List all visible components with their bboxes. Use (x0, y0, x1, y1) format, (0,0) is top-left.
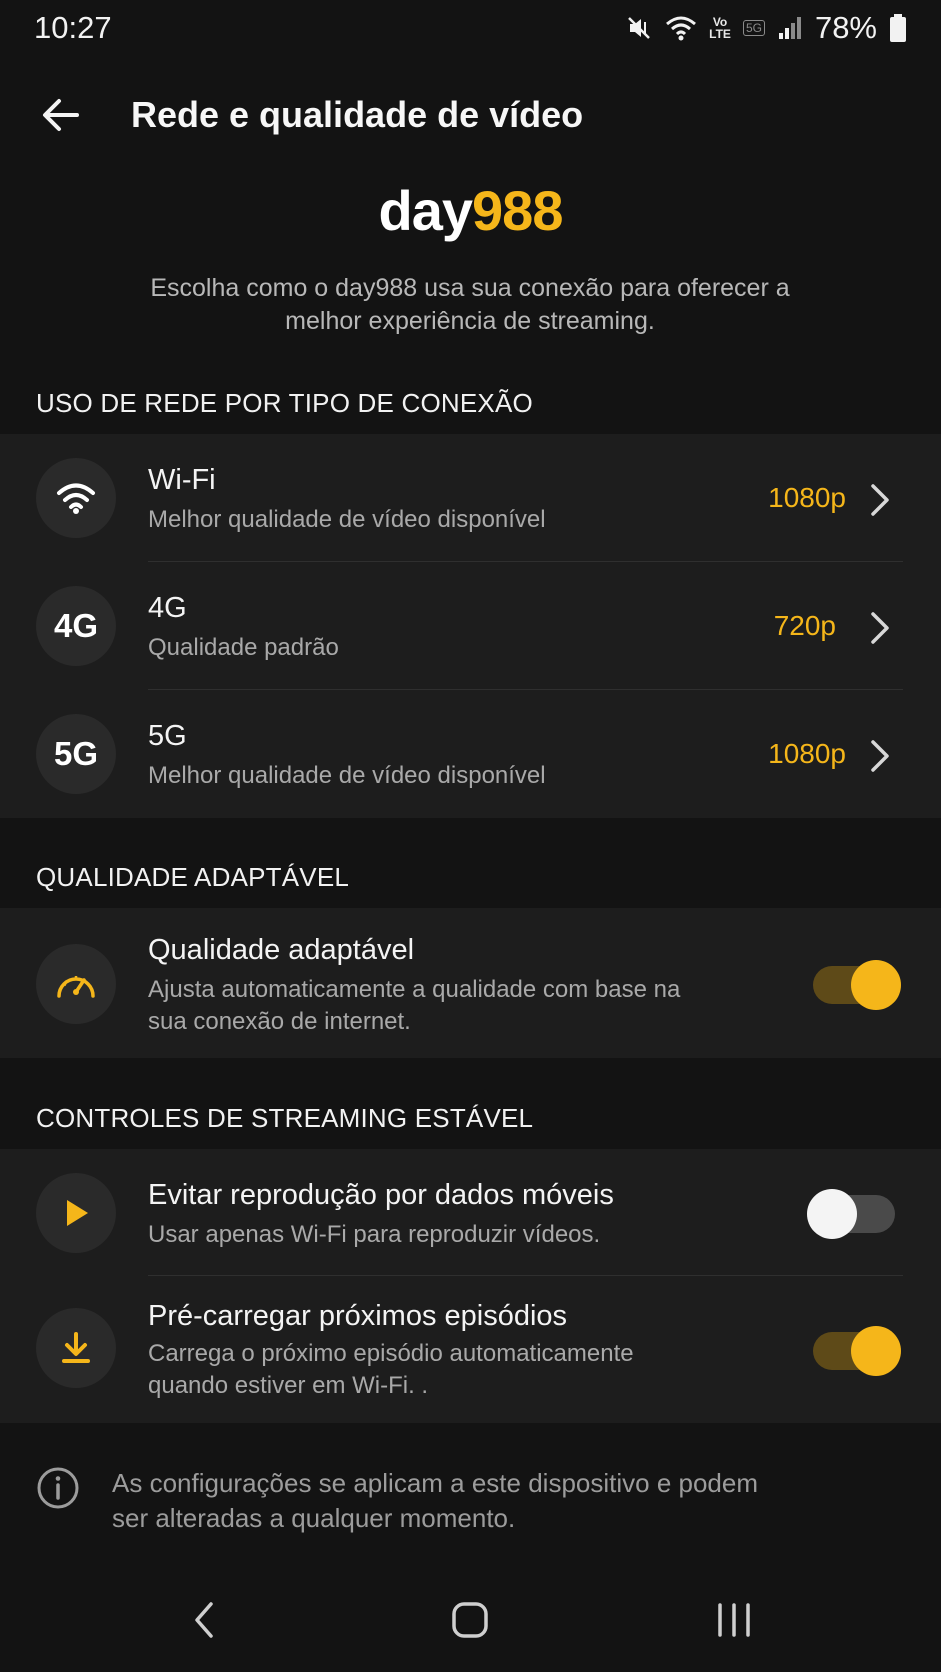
quality-value: 1080p (768, 482, 846, 513)
chevron-right-icon (871, 740, 889, 772)
page-title: Rede e qualidade de vídeo (131, 94, 584, 135)
row-title: Qualidade adaptável (148, 934, 415, 966)
quality-value: 1080p (768, 738, 846, 769)
row-title: 5G (148, 720, 187, 752)
status-icons: Vo LTE 5G 78% (625, 10, 907, 46)
nav-recents-icon (718, 1603, 750, 1637)
toggle-knob (851, 1326, 901, 1376)
toggle-knob (851, 960, 901, 1010)
play-icon (67, 1200, 88, 1226)
adaptive-quality-toggle[interactable] (813, 960, 901, 1010)
network-card: Wi-Fi Melhor qualidade de vídeo disponív… (0, 434, 941, 818)
intro-text: Escolha como o day988 usa sua conexão pa… (150, 274, 790, 335)
row-subtitle-line2: quando estiver em Wi-Fi. . (148, 1372, 429, 1399)
speedometer-icon-circle (36, 944, 116, 1024)
row-subtitle: Usar apenas Wi-Fi para reproduzir vídeos… (148, 1221, 601, 1248)
info-text: As configurações se aplicam a este dispo… (112, 1466, 872, 1536)
row-title: Wi-Fi (148, 464, 216, 496)
quality-value: 720p (773, 610, 836, 641)
nav-home-button[interactable] (440, 1590, 500, 1650)
section-header-network: USO DE REDE POR TIPO DE CONEXÃO (36, 388, 533, 418)
volte-indicator: Vo LTE (709, 16, 731, 40)
preload-episodes-toggle[interactable] (813, 1326, 901, 1376)
row-title: Evitar reprodução por dados móveis (148, 1179, 614, 1211)
wifi-status-icon (666, 16, 697, 41)
row-subtitle-line2: sua conexão de internet. (148, 1008, 411, 1035)
nav-back-icon (195, 1602, 213, 1638)
info-text-line2: ser alteradas a qualquer momento. (112, 1503, 516, 1533)
app-header: Rede e qualidade de vídeo (0, 80, 941, 150)
volte-bottom: LTE (709, 27, 731, 41)
avoid-mobile-data-toggle[interactable] (807, 1189, 899, 1239)
speedometer-icon (57, 976, 95, 998)
wifi-icon (57, 483, 95, 514)
row-subtitle-line1: Carrega o próximo episódio automaticamen… (148, 1340, 634, 1367)
signal-icon (778, 17, 801, 39)
adaptive-card: Qualidade adaptável Ajusta automaticamen… (0, 908, 941, 1058)
network-row-5g[interactable]: 5G 5G Melhor qualidade de vídeo disponív… (0, 690, 941, 818)
nav-recents-button[interactable] (704, 1590, 764, 1650)
row-title: Pré-carregar próximos episódios (148, 1300, 568, 1332)
info-text-line1: As configurações se aplicam a este dispo… (112, 1468, 759, 1498)
status-bar: 10:27 Vo LTE 5G 78% (0, 0, 941, 56)
nav-back-button[interactable] (174, 1590, 234, 1650)
5g-icon: 5G (36, 714, 116, 794)
section-header-streaming: CONTROLES DE STREAMING ESTÁVEL (36, 1103, 534, 1133)
4g-icon-label: 4G (53, 607, 99, 644)
chevron-right-icon (871, 484, 889, 516)
play-icon-circle (36, 1173, 116, 1253)
system-nav-bar (0, 1580, 941, 1660)
avoid-mobile-data-row[interactable]: Evitar reprodução por dados móveis Usar … (0, 1149, 941, 1276)
info-icon (37, 1467, 79, 1509)
row-subtitle: Melhor qualidade de vídeo disponível (148, 762, 546, 789)
nav-home-icon (452, 1602, 488, 1638)
wifi-icon-circle (36, 458, 116, 538)
row-subtitle-line1: Ajusta automaticamente a qualidade com b… (148, 976, 681, 1003)
download-icon-circle (36, 1308, 116, 1388)
arrow-left-icon (43, 99, 79, 131)
chevron-right-icon (871, 612, 889, 644)
preload-episodes-row[interactable]: Pré-carregar próximos episódios Carrega … (0, 1276, 941, 1423)
download-icon (62, 1332, 90, 1363)
brand-logo: day988 (0, 178, 941, 243)
5g-icon-label: 5G (53, 735, 99, 772)
4g-icon: 4G (36, 586, 116, 666)
row-title: 4G (148, 592, 187, 624)
network-row-4g[interactable]: 4G 4G Qualidade padrão 720p (0, 562, 941, 690)
brand-logo-part-b: 988 (472, 179, 563, 242)
5g-indicator: 5G (742, 20, 765, 36)
status-time: 10:27 (34, 10, 112, 45)
brand-logo-part-a: day (378, 179, 473, 242)
back-button[interactable] (34, 88, 88, 142)
row-subtitle: Melhor qualidade de vídeo disponível (148, 506, 546, 533)
streaming-card: Evitar reprodução por dados móveis Usar … (0, 1149, 941, 1423)
section-header-adaptive: QUALIDADE ADAPTÁVEL (36, 862, 350, 892)
mute-icon (628, 17, 651, 39)
network-row-wifi[interactable]: Wi-Fi Melhor qualidade de vídeo disponív… (0, 434, 941, 562)
battery-icon (890, 14, 906, 42)
toggle-knob (807, 1189, 857, 1239)
row-subtitle: Qualidade padrão (148, 634, 339, 661)
battery-percent: 78% (814, 10, 877, 45)
adaptive-quality-row[interactable]: Qualidade adaptável Ajusta automaticamen… (0, 908, 941, 1058)
